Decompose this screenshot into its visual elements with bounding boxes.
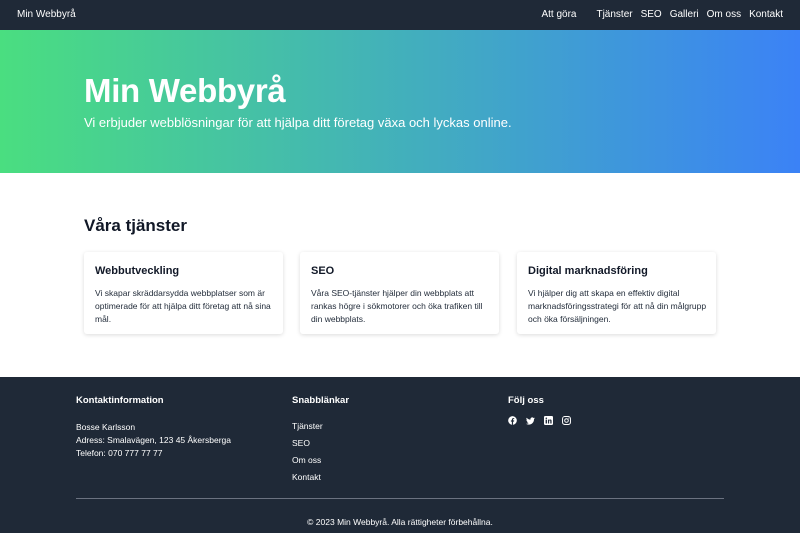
contact-phone: Telefon: 070 777 77 77 <box>76 448 163 458</box>
services-heading: Våra tjänster <box>84 216 187 235</box>
nav-link-kontakt[interactable]: Kontakt <box>749 9 783 20</box>
service-card-title: SEO <box>311 265 335 277</box>
nav-link-om-oss[interactable]: Om oss <box>707 9 741 20</box>
nav-link-galleri[interactable]: Galleri <box>670 9 699 20</box>
hero-section: Min Webbyrå Vi erbjuder webblösningar fö… <box>0 30 800 173</box>
service-card-title: Digital marknadsföring <box>528 265 648 277</box>
navbar: Min Webbyrå Att göra Tjänster SEO Galler… <box>0 0 800 30</box>
nav-link-att-gora[interactable]: Att göra <box>541 9 576 20</box>
brand-logo[interactable]: Min Webbyrå <box>17 9 76 20</box>
service-card-webbutveckling: Webbutveckling Vi skapar skräddarsydda w… <box>84 252 283 334</box>
facebook-icon[interactable] <box>508 416 517 425</box>
footer-follow: Följ oss <box>508 395 571 425</box>
footer-follow-heading: Följ oss <box>508 395 544 406</box>
footer-quicklinks: Snabblänkar Tjänster SEO Om oss Kontakt <box>292 395 349 486</box>
nav-link-seo[interactable]: SEO <box>641 9 662 20</box>
nav-link-tjanster[interactable]: Tjänster <box>596 9 632 20</box>
services-section: Våra tjänster Webbutveckling Vi skapar s… <box>0 173 800 377</box>
footer-link-seo[interactable]: SEO <box>292 435 349 452</box>
linkedin-icon[interactable] <box>544 416 553 425</box>
service-card-text: Vi hjälper dig att skapa en effektiv dig… <box>528 288 707 324</box>
copyright: © 2023 Min Webbyrå. Alla rättigheter för… <box>307 517 493 527</box>
footer-contact: Kontaktinformation Bosse Karlsson Adress… <box>76 395 231 460</box>
service-card-title: Webbutveckling <box>95 265 180 277</box>
footer-quicklinks-heading: Snabblänkar <box>292 395 350 406</box>
hero-subtitle: Vi erbjuder webblösningar för att hjälpa… <box>84 115 512 130</box>
service-card-seo: SEO Våra SEO-tjänster hjälper din webbpl… <box>300 252 499 334</box>
nav-links: Att göra Tjänster SEO Galleri Om oss Kon… <box>541 9 783 20</box>
footer-link-kontakt[interactable]: Kontakt <box>292 469 349 486</box>
footer-contact-heading: Kontaktinformation <box>76 395 164 406</box>
footer: Kontaktinformation Bosse Karlsson Adress… <box>0 377 800 533</box>
footer-link-tjanster[interactable]: Tjänster <box>292 418 349 435</box>
footer-divider <box>76 498 724 499</box>
service-card-digital-marknadsforing: Digital marknadsföring Vi hjälper dig at… <box>517 252 716 334</box>
social-icons <box>508 416 571 425</box>
twitter-icon[interactable] <box>526 416 535 425</box>
contact-address: Adress: Smalavägen, 123 45 Åkersberga <box>76 435 231 445</box>
service-card-text: Våra SEO-tjänster hjälper din webbplats … <box>311 288 483 324</box>
hero-title: Min Webbyrå <box>84 72 286 109</box>
service-card-text: Vi skapar skräddarsydda webbplatser som … <box>95 288 271 324</box>
contact-name: Bosse Karlsson <box>76 422 136 432</box>
instagram-icon[interactable] <box>562 416 571 425</box>
footer-link-om-oss[interactable]: Om oss <box>292 452 349 469</box>
